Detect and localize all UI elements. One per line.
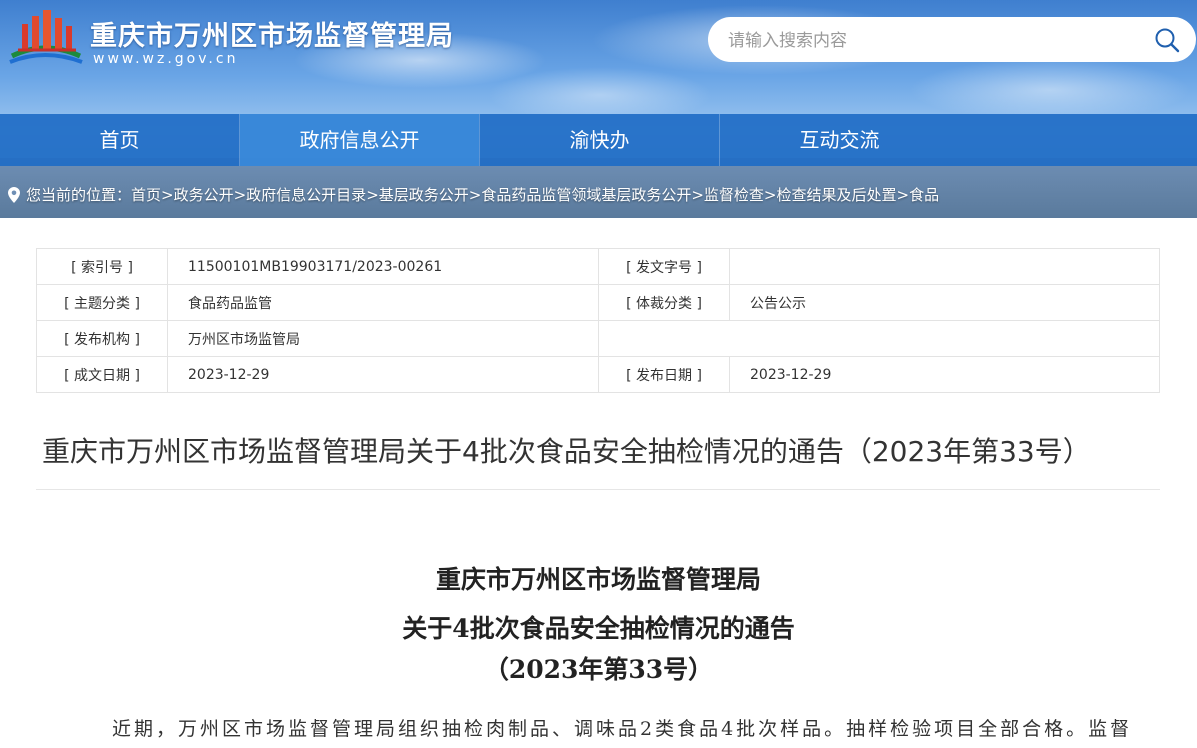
table-row: [ 成文日期 ] 2023-12-29 [ 发布日期 ] 2023-12-29 — [36, 356, 1160, 393]
meta-label-index: [ 索引号 ] — [36, 248, 168, 285]
meta-value-topic: 食品药品监管 — [167, 284, 599, 321]
table-row: [ 索引号 ] 11500101MB19903171/2023-00261 [ … — [36, 248, 1160, 285]
nav-item-home[interactable]: 首页 — [0, 114, 239, 166]
meta-label-created: [ 成文日期 ] — [36, 356, 168, 393]
meta-empty-cell — [598, 320, 1160, 357]
search-icon[interactable] — [1154, 27, 1180, 53]
meta-label-published: [ 发布日期 ] — [598, 356, 730, 393]
main-nav: 首页 政府信息公开 渝快办 互动交流 — [0, 114, 1197, 166]
article-heading-line3: （2023年第33号） — [483, 655, 714, 684]
breadcrumb-food-drug[interactable]: >食品药品监管领域基层政务公开 — [469, 184, 692, 205]
search-input[interactable] — [726, 17, 1130, 64]
nav-item-gov-info[interactable]: 政府信息公开 — [240, 114, 479, 166]
article-heading-line1: 重庆市万州区市场监督管理局 — [435, 565, 761, 594]
meta-label-doc-no: [ 发文字号 ] — [598, 248, 730, 285]
breadcrumb-results[interactable]: >检查结果及后处置 — [764, 184, 897, 205]
breadcrumb-grassroots[interactable]: >基层政务公开 — [366, 184, 469, 205]
breadcrumb-home[interactable]: 首页 — [131, 184, 161, 205]
nav-item-yukuaiban[interactable]: 渝快办 — [480, 114, 719, 166]
meta-value-genre: 公告公示 — [729, 284, 1160, 321]
site-url: www.wz.gov.cn — [93, 51, 239, 67]
header-banner: 重庆市万州区市场监督管理局 www.wz.gov.cn 首页 政府信息公开 渝快… — [0, 0, 1197, 218]
breadcrumb: 您当前的位置： 首页 >政务公开 >政府信息公开目录 >基层政务公开 >食品药品… — [8, 184, 939, 205]
page-title: 重庆市万州区市场监督管理局关于4批次食品安全抽检情况的通告（2023年第33号） — [42, 435, 1091, 468]
breadcrumb-prefix: 您当前的位置： — [26, 186, 132, 204]
table-row: [ 主题分类 ] 食品药品监管 [ 体裁分类 ] 公告公示 — [36, 284, 1160, 321]
meta-value-doc-no — [729, 248, 1160, 285]
nav-item-interaction[interactable]: 互动交流 — [720, 114, 959, 166]
article-heading-line2: 关于4批次食品安全抽检情况的通告 — [402, 614, 795, 643]
meta-label-issuer: [ 发布机构 ] — [36, 320, 168, 357]
document-meta-table: [ 索引号 ] 11500101MB19903171/2023-00261 [ … — [36, 248, 1160, 393]
meta-value-created: 2023-12-29 — [167, 356, 599, 393]
meta-value-published: 2023-12-29 — [729, 356, 1160, 393]
breadcrumb-food[interactable]: >食品 — [897, 184, 940, 205]
meta-label-genre: [ 体裁分类 ] — [598, 284, 730, 321]
meta-value-issuer: 万州区市场监管局 — [167, 320, 599, 357]
breadcrumb-info-catalog[interactable]: >政府信息公开目录 — [234, 184, 367, 205]
table-row: [ 发布机构 ] 万州区市场监管局 — [36, 320, 1160, 357]
meta-label-topic: [ 主题分类 ] — [36, 284, 168, 321]
location-pin-icon — [8, 186, 20, 203]
breadcrumb-supervision[interactable]: >监督检查 — [691, 184, 764, 205]
city-emblem-icon[interactable] — [6, 6, 84, 70]
search-box — [708, 17, 1196, 64]
title-divider — [36, 489, 1160, 490]
breadcrumb-gov-affairs[interactable]: >政务公开 — [161, 184, 234, 205]
site-title[interactable]: 重庆市万州区市场监督管理局 — [90, 14, 454, 53]
article-body-paragraph: 近期，万州区市场监督管理局组织抽检肉制品、调味品2类食品4批次样品。抽样检验项目… — [112, 718, 1132, 740]
meta-value-index: 11500101MB19903171/2023-00261 — [167, 248, 599, 285]
